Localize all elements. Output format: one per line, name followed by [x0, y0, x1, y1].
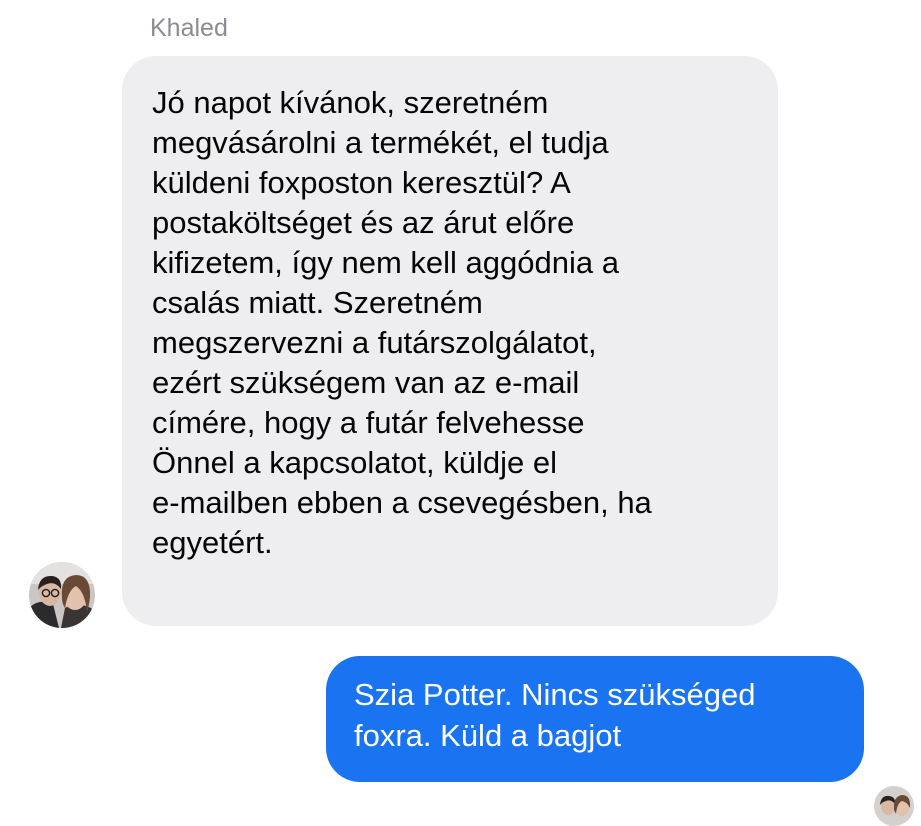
received-message-bubble[interactable]: Jó napot kívánok, szeretném megvásárolni… [122, 56, 778, 626]
contact-avatar[interactable] [29, 562, 95, 628]
seen-photo-icon [874, 786, 914, 826]
seen-indicator-avatar [874, 786, 914, 826]
sent-message-bubble[interactable]: Szia Potter. Nincs szükséged foxra. Küld… [326, 656, 864, 782]
contact-photo-icon [29, 562, 95, 628]
sender-name: Khaled [150, 14, 228, 42]
